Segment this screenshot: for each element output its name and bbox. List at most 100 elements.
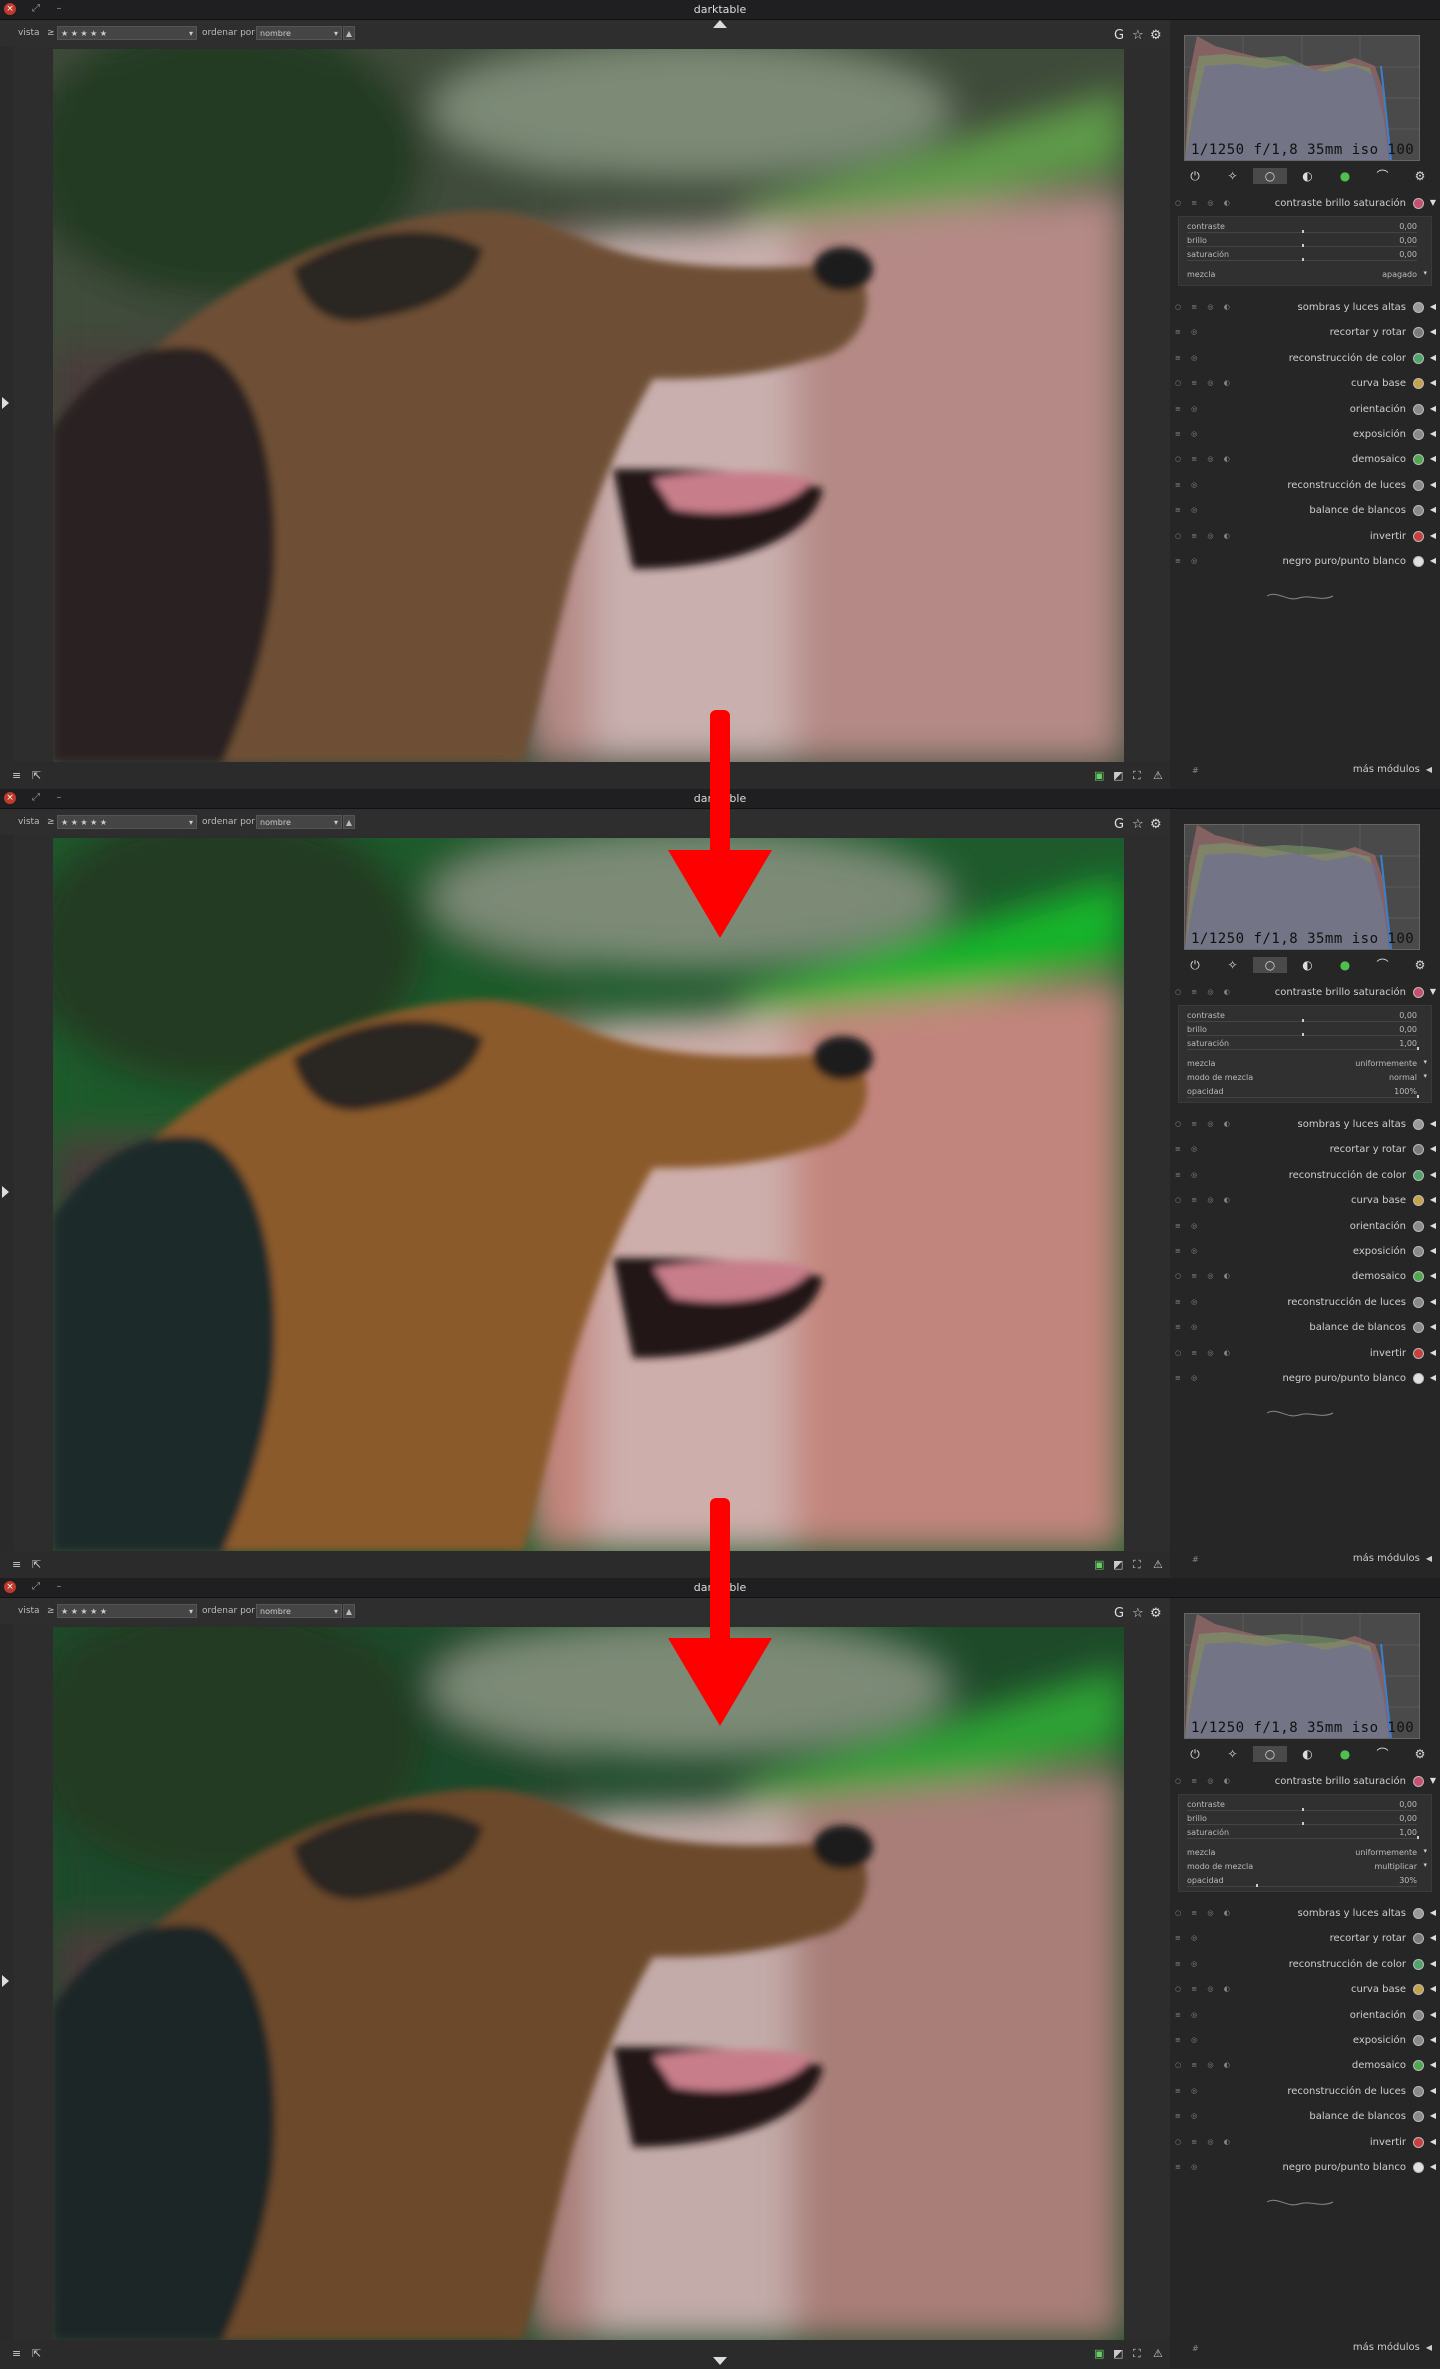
softproof-icon[interactable]: ⛶	[1133, 1558, 1141, 1572]
histogram[interactable]: 1/1250 f/1,8 35mm iso 100	[1184, 1613, 1420, 1739]
left-panel-expand-arrow[interactable]	[2, 1975, 9, 1987]
gamut-check-icon[interactable]: ⚠	[1153, 1558, 1163, 1571]
external-link-icon[interactable]: ⇱	[32, 2347, 41, 2360]
module-control-icons[interactable]: ○ ≡ ◎ ◐	[1175, 1120, 1234, 1128]
favorite-icon[interactable]: ✧	[1216, 1746, 1250, 1762]
module-control-icons[interactable]: ≡ ◎	[1175, 506, 1201, 514]
left-panel-expand-arrow[interactable]	[2, 1186, 9, 1198]
module-row[interactable]: ≡ ◎ orientación ◀	[1170, 2004, 1440, 2028]
module-control-icons[interactable]: ≡ ◎	[1175, 2011, 1201, 2019]
more-modules-button[interactable]: más módulos ◀	[1353, 1553, 1432, 1564]
slider-1[interactable]: brillo 0,00	[1179, 1813, 1431, 1827]
module-control-icons[interactable]: ○ ≡ ◎ ◐	[1175, 1909, 1234, 1917]
correct-icon[interactable]: ⌒	[1366, 1746, 1400, 1762]
slider-handle[interactable]	[1302, 1033, 1304, 1036]
more-modules-button[interactable]: más módulos ◀	[1353, 2342, 1432, 2353]
favorite-icon[interactable]: ✧	[1216, 957, 1250, 973]
module-control-icons[interactable]: ○ ≡ ◎ ◐	[1175, 455, 1234, 463]
slider-handle[interactable]	[1417, 1836, 1419, 1839]
module-row[interactable]: ○ ≡ ◎ ◐ demosaico ◀	[1170, 448, 1440, 472]
basic-circle-icon[interactable]: ○	[1253, 168, 1287, 184]
module-row[interactable]: ○ ≡ ◎ ◐ invertir ◀	[1170, 525, 1440, 549]
preferences-gear-icon[interactable]: ⚙	[1150, 817, 1162, 832]
module-control-icons[interactable]: ≡ ◎	[1175, 1323, 1201, 1331]
module-row[interactable]: ≡ ◎ recortar y rotar ◀	[1170, 321, 1440, 345]
effect-icon[interactable]: ⚙	[1403, 1746, 1437, 1762]
blend-row-1[interactable]: modo de mezcla multiplicar ▾	[1179, 1861, 1431, 1875]
tone-icon[interactable]: ◐	[1291, 168, 1325, 184]
slider-handle[interactable]	[1302, 230, 1304, 233]
external-link-icon[interactable]: ⇱	[32, 769, 41, 782]
module-row[interactable]: ≡ ◎ balance de blancos ◀	[1170, 2105, 1440, 2129]
module-row[interactable]: ○ ≡ ◎ ◐ invertir ◀	[1170, 1342, 1440, 1366]
star-overlay-icon[interactable]: ☆	[1132, 817, 1144, 832]
image-canvas[interactable]	[53, 49, 1124, 762]
slider-handle[interactable]	[1256, 1884, 1258, 1887]
module-control-icons[interactable]: ≡ ◎	[1175, 1222, 1201, 1230]
module-header-contrast-brightness-saturation[interactable]: ○ ≡ ◎ ◐ contraste brillo saturación ▼	[1170, 1770, 1440, 1794]
module-control-icons[interactable]: ≡ ◎	[1175, 2112, 1201, 2120]
module-row[interactable]: ○ ≡ ◎ ◐ curva base ◀	[1170, 372, 1440, 396]
correct-icon[interactable]: ⌒	[1366, 168, 1400, 184]
module-control-icons[interactable]: ≡ ◎	[1175, 2036, 1201, 2044]
module-control-icons[interactable]: ○ ≡ ◎ ◐	[1175, 532, 1234, 540]
module-row[interactable]: ≡ ◎ balance de blancos ◀	[1170, 1316, 1440, 1340]
module-control-icons[interactable]: ≡ ◎	[1175, 1171, 1201, 1179]
effect-icon[interactable]: ⚙	[1403, 957, 1437, 973]
histogram[interactable]: 1/1250 f/1,8 35mm iso 100	[1184, 824, 1420, 950]
rating-filter-select[interactable]: ★ ★ ★ ★ ★ ▾	[57, 26, 197, 40]
module-control-icons[interactable]: ○ ≡ ◎ ◐	[1175, 2138, 1234, 2146]
module-control-icons[interactable]: ○ ≡ ◎ ◐	[1175, 1196, 1234, 1204]
module-row[interactable]: ○ ≡ ◎ ◐ sombras y luces altas ◀	[1170, 296, 1440, 320]
sort-select[interactable]: nombre ▾	[256, 815, 342, 829]
top-panel-collapse-arrow[interactable]	[713, 20, 727, 28]
module-row[interactable]: ○ ≡ ◎ ◐ curva base ◀	[1170, 1978, 1440, 2002]
slider-1[interactable]: brillo 0,00	[1179, 1024, 1431, 1038]
color-assessment-icon[interactable]: ▣	[1094, 1558, 1104, 1571]
power-icon[interactable]: ⏻	[1178, 168, 1212, 184]
module-row[interactable]: ≡ ◎ reconstrucción de luces ◀	[1170, 474, 1440, 498]
module-control-icons[interactable]: ≡ ◎	[1175, 1934, 1201, 1942]
rating-operator[interactable]: ≥	[47, 28, 55, 38]
effect-icon[interactable]: ⚙	[1403, 168, 1437, 184]
menu-icon[interactable]: ≡	[12, 769, 21, 782]
module-header-contrast-brightness-saturation[interactable]: ○ ≡ ◎ ◐ contraste brillo saturación ▼	[1170, 192, 1440, 216]
module-control-icons[interactable]: ≡ ◎	[1175, 1145, 1201, 1153]
rating-filter-select[interactable]: ★ ★ ★ ★ ★ ▾	[57, 815, 197, 829]
module-control-icons[interactable]: ≡ ◎	[1175, 354, 1201, 362]
blend-row-0[interactable]: mezcla uniformemente ▾	[1179, 1847, 1431, 1861]
module-header-contrast-brightness-saturation[interactable]: ○ ≡ ◎ ◐ contraste brillo saturación ▼	[1170, 981, 1440, 1005]
sort-direction-button[interactable]: ▲	[343, 26, 355, 40]
menu-icon[interactable]: ≡	[12, 2347, 21, 2360]
softproof-icon[interactable]: ⛶	[1133, 2347, 1141, 2361]
module-row[interactable]: ≡ ◎ orientación ◀	[1170, 1215, 1440, 1239]
color-icon[interactable]: ●	[1328, 1746, 1362, 1762]
module-control-icons[interactable]: ≡ ◎	[1175, 1374, 1201, 1382]
raw-overexposed-icon[interactable]: ◩	[1113, 769, 1123, 782]
module-row[interactable]: ≡ ◎ orientación ◀	[1170, 398, 1440, 422]
blend-row-2[interactable]: opacidad 30%	[1179, 1875, 1431, 1889]
module-row[interactable]: ≡ ◎ recortar y rotar ◀	[1170, 1138, 1440, 1162]
module-control-icons[interactable]: ≡ ◎	[1175, 481, 1201, 489]
rating-filter-select[interactable]: ★ ★ ★ ★ ★ ▾	[57, 1604, 197, 1618]
histogram[interactable]: 1/1250 f/1,8 35mm iso 100	[1184, 35, 1420, 161]
module-row[interactable]: ≡ ◎ reconstrucción de luces ◀	[1170, 1291, 1440, 1315]
raw-overexposed-icon[interactable]: ◩	[1113, 2347, 1123, 2360]
slider-2[interactable]: saturación 1,00	[1179, 1827, 1431, 1841]
correct-icon[interactable]: ⌒	[1366, 957, 1400, 973]
module-row[interactable]: ○ ≡ ◎ ◐ demosaico ◀	[1170, 2054, 1440, 2078]
star-overlay-icon[interactable]: ☆	[1132, 28, 1144, 43]
image-canvas[interactable]	[53, 838, 1124, 1551]
more-modules-button[interactable]: más módulos ◀	[1353, 764, 1432, 775]
module-row[interactable]: ≡ ◎ reconstrucción de color ◀	[1170, 1164, 1440, 1188]
blend-row-0[interactable]: mezcla uniformemente ▾	[1179, 1058, 1431, 1072]
star-overlay-icon[interactable]: ☆	[1132, 1606, 1144, 1621]
module-row[interactable]: ○ ≡ ◎ ◐ sombras y luces altas ◀	[1170, 1902, 1440, 1926]
module-control-icons[interactable]: ○ ≡ ◎ ◐	[1175, 2061, 1234, 2069]
left-panel-expand-arrow[interactable]	[2, 397, 9, 409]
slider-handle[interactable]	[1417, 1095, 1419, 1098]
module-control-icons[interactable]: ○ ≡ ◎ ◐	[1175, 1777, 1234, 1785]
module-row[interactable]: ≡ ◎ exposición ◀	[1170, 2029, 1440, 2053]
external-link-icon[interactable]: ⇱	[32, 1558, 41, 1571]
power-icon[interactable]: ⏻	[1178, 957, 1212, 973]
